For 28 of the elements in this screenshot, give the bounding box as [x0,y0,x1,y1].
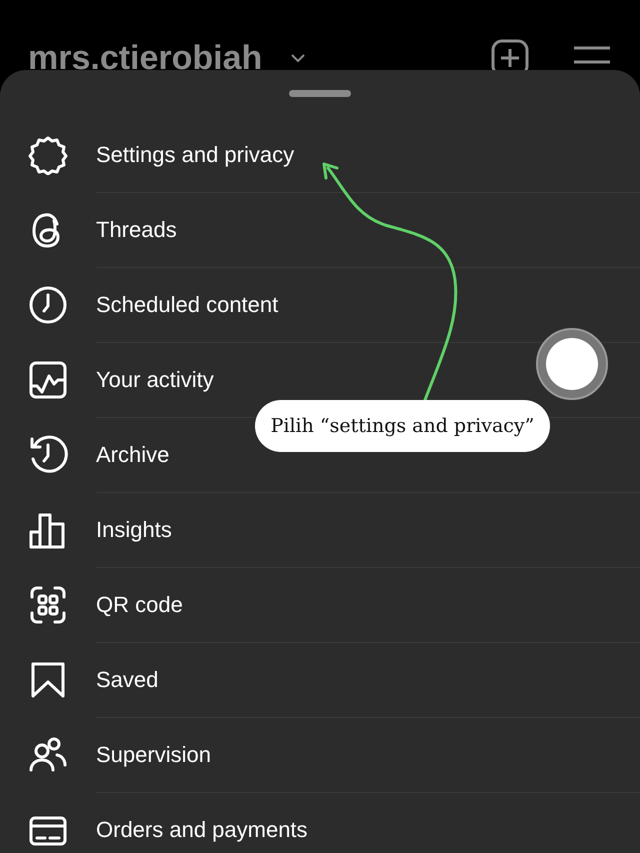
menu-item[interactable]: Supervision [0,717,640,792]
menu-item-label: Archive [96,442,170,468]
activity-icon [28,360,68,400]
gear-icon [28,134,68,174]
chevron-down-icon[interactable] [290,53,306,63]
menu-item-label: Settings and privacy [96,142,294,168]
username[interactable]: mrs.ctierobiah [28,38,262,70]
clock-icon [28,284,68,324]
menu-item[interactable]: Orders and payments [0,792,640,853]
menu-item-label: Your activity [96,367,214,393]
menu-item[interactable]: Threads [0,192,640,267]
menu-item-label: Scheduled content [96,292,278,318]
people-icon [28,734,68,774]
annotation-tooltip: Pilih “settings and privacy” [255,400,550,452]
menu-item-label: QR code [96,592,183,618]
menu-item-label: Supervision [96,742,211,768]
menu-item-label: Saved [96,667,158,693]
menu-item-label: Threads [96,217,177,243]
menu-item[interactable]: QR code [0,567,640,642]
drag-handle[interactable] [289,90,351,97]
menu-item[interactable]: Saved [0,642,640,717]
qr-code-icon [28,584,68,624]
menu-item-label: Orders and payments [96,817,308,843]
menu-item[interactable]: Settings and privacy [0,117,640,192]
menu-item-label: Insights [96,517,172,543]
menu-item[interactable]: Insights [0,492,640,567]
add-icon[interactable] [490,38,530,70]
history-icon [28,434,68,474]
